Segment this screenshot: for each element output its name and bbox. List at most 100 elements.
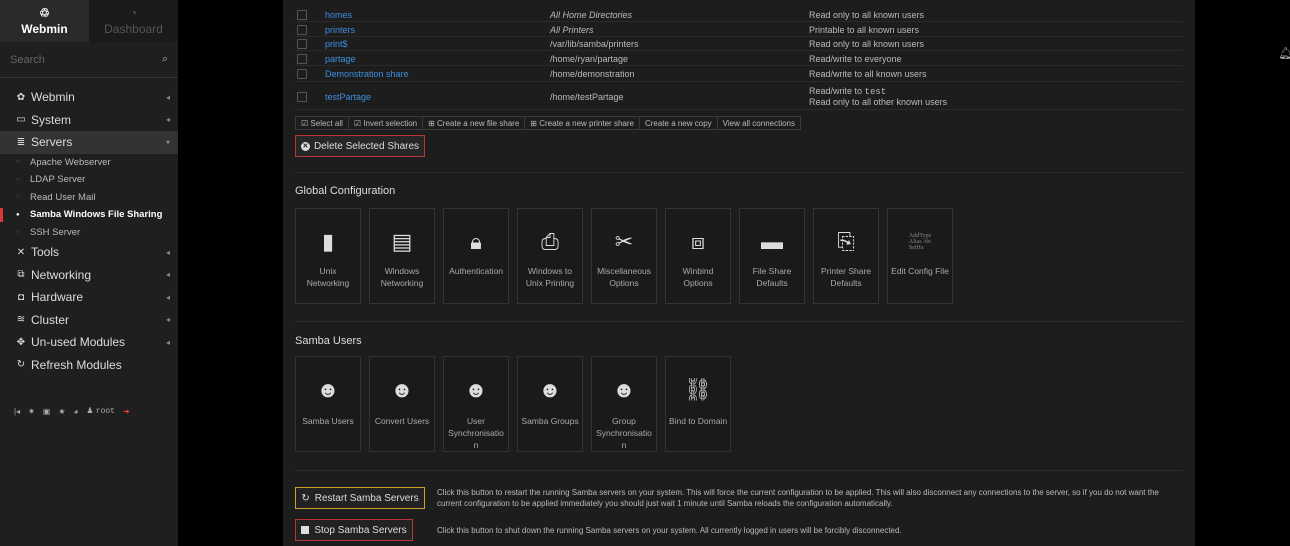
samba-users-title: Samba Users xyxy=(295,335,362,347)
search-icon[interactable]: ⌕ xyxy=(162,53,168,66)
tile-windows-networking[interactable]: ▤ Windows Networking xyxy=(369,208,435,304)
tile-printer-share-defaults[interactable]: ⎘ Printer Share Defaults xyxy=(813,208,879,304)
sidebar-sub-label: Read User Mail xyxy=(30,191,96,203)
chevron-left-icon: ◂ xyxy=(165,115,170,125)
tile-winbind-options[interactable]: ⧈ Winbind Options xyxy=(665,208,731,304)
row-checkbox[interactable] xyxy=(297,91,307,102)
stop-samba-button[interactable]: Stop Samba Servers xyxy=(295,519,413,541)
sidebar-item-hardware[interactable]: ◘ Hardware ◂ xyxy=(0,286,178,309)
dashboard-icon: ◔ xyxy=(129,6,138,20)
tile-group-sync[interactable]: ☻ Group Synchronisatio n xyxy=(591,356,657,452)
palette-icon[interactable]: ◕ xyxy=(74,407,79,416)
sidebar-item-tools[interactable]: ✕ Tools ◂ xyxy=(0,241,178,264)
tile-edit-config[interactable]: AddType Alias /do SetHa Edit Config File xyxy=(887,208,953,304)
share-name-link[interactable]: printers xyxy=(325,25,355,35)
sidebar-search: ⌕ xyxy=(0,42,178,78)
sidebar-sub-ldap[interactable]: ○ LDAP Server xyxy=(0,171,178,189)
tab-dashboard[interactable]: ◔ Dashboard xyxy=(89,0,178,42)
user-sync-icon: ☻ xyxy=(464,377,488,402)
sidebar-tabs: ♲ Webmin ◔ Dashboard xyxy=(0,0,178,42)
divider xyxy=(295,321,1183,322)
invert-icon: ☑ xyxy=(353,118,364,128)
share-name-link[interactable]: homes xyxy=(325,10,352,20)
tile-samba-users[interactable]: ☻ Samba Users xyxy=(295,356,361,452)
monitor-icon: ▭ xyxy=(16,114,26,126)
refresh-icon: ↻ xyxy=(301,492,310,504)
tile-label-line: Samba Groups xyxy=(521,416,579,426)
row-checkbox[interactable] xyxy=(297,25,307,35)
chevron-down-icon: ▾ xyxy=(165,137,170,147)
row-checkbox[interactable] xyxy=(297,54,307,64)
tile-label: File Share Defaults xyxy=(751,265,794,289)
network-icon: ⧉ xyxy=(17,269,25,281)
group-sync-icon: ☻ xyxy=(612,377,636,402)
sun-icon[interactable]: ✷ xyxy=(28,407,35,416)
sidebar-item-system[interactable]: ▭ System ◂ xyxy=(0,109,178,132)
notification-bell-icon[interactable]: 🔔︎ xyxy=(1278,46,1290,60)
sidebar-item-label: System xyxy=(31,112,72,127)
terminal-icon[interactable]: ▣ xyxy=(43,407,51,416)
sidebar-item-servers[interactable]: ≣ Servers ▾ xyxy=(0,131,178,154)
sidebar-item-cluster[interactable]: ≋ Cluster ◂ xyxy=(0,309,178,332)
tile-label-line: Windows xyxy=(384,266,420,276)
create-file-share-button[interactable]: ⊞ Create a new file share xyxy=(422,116,526,130)
sidebar-item-refresh[interactable]: ↻ Refresh Modules xyxy=(0,354,178,377)
tile-samba-groups[interactable]: ☻ Samba Groups xyxy=(517,356,583,452)
tile-authentication[interactable]: 🔒︎ Authentication xyxy=(443,208,509,304)
share-name-link[interactable]: print$ xyxy=(325,39,348,49)
sidebar-item-unused[interactable]: ✥ Un-used Modules ◂ xyxy=(0,331,178,354)
create-copy-button[interactable]: Create a new copy xyxy=(638,116,718,130)
user-menu[interactable]: ♟ root xyxy=(86,406,115,416)
tile-user-sync[interactable]: ☻ User Synchronisatio n xyxy=(443,356,509,452)
view-connections-button[interactable]: View all connections xyxy=(716,116,801,130)
tile-label: Edit Config File xyxy=(889,265,951,277)
share-path: All Printers xyxy=(550,25,594,35)
sidebar-sub-ssh[interactable]: ○ SSH Server xyxy=(0,224,178,242)
create-printer-share-button[interactable]: ⊞ Create a new printer share xyxy=(524,116,640,130)
tile-convert-users[interactable]: ☻ Convert Users xyxy=(369,356,435,452)
tile-label-line: Winbind xyxy=(682,266,714,276)
row-checkbox[interactable] xyxy=(297,10,307,20)
windows-networking-icon: ▤ xyxy=(391,229,413,254)
tile-windows-unix-printing[interactable]: ⎙ Windows to Unix Printing xyxy=(517,208,583,304)
tile-unix-networking[interactable]: ▮ Unix Networking xyxy=(295,208,361,304)
delete-shares-label: Delete Selected Shares xyxy=(313,140,420,152)
times-circle-icon: ✕ xyxy=(300,141,310,151)
logout-icon[interactable]: ➜ xyxy=(123,407,130,416)
plus-square-icon: ⊞ xyxy=(530,118,540,128)
sidebar-sub-mail[interactable]: ○ Read User Mail xyxy=(0,189,178,207)
tile-bind-domain[interactable]: ⛓ Bind to Domain xyxy=(665,356,731,452)
tile-misc-options[interactable]: ✂ Miscellaneous Options xyxy=(591,208,657,304)
restart-samba-button[interactable]: ↻ Restart Samba Servers xyxy=(295,487,425,509)
share-name-link[interactable]: Demonstration share xyxy=(325,69,409,79)
webmin-logo-icon: ♲ xyxy=(39,6,50,20)
create-copy-label: Create a new copy xyxy=(644,118,712,128)
select-all-button[interactable]: ☑ Select all xyxy=(295,116,349,130)
sidebar-sub-samba[interactable]: ● Samba Windows File Sharing xyxy=(0,206,178,224)
collapse-icon[interactable]: |◂ xyxy=(14,407,20,416)
unix-networking-icon: ▮ xyxy=(321,229,335,254)
sidebar-item-webmin[interactable]: ✿ Webmin ◂ xyxy=(0,86,178,109)
share-path: /home/testPartage xyxy=(550,91,624,102)
share-name-link[interactable]: testPartage xyxy=(325,92,371,102)
share-name-link[interactable]: partage xyxy=(325,54,356,64)
tile-label: Bind to Domain xyxy=(667,415,729,427)
sidebar-sub-apache[interactable]: ○ Apache Webserver xyxy=(0,154,178,172)
invert-selection-button[interactable]: ☑ Invert selection xyxy=(347,116,424,130)
tile-label: Authentication xyxy=(447,265,505,277)
sidebar-item-networking[interactable]: ⧉ Networking ◂ xyxy=(0,264,178,287)
row-checkbox[interactable] xyxy=(297,39,307,49)
share-access: Read/write to all known users xyxy=(809,69,927,79)
tile-label-line: Unix xyxy=(319,266,337,276)
sidebar-toolbar: |◂ ✷ ▣ ★ ◕ ♟ root ➜ xyxy=(0,406,178,416)
chevron-left-icon: ◂ xyxy=(165,337,170,347)
row-checkbox[interactable] xyxy=(297,69,307,79)
create-printer-share-label: Create a new printer share xyxy=(539,118,634,128)
tile-file-share-defaults[interactable]: ▬ File Share Defaults xyxy=(739,208,805,304)
star-icon[interactable]: ★ xyxy=(58,407,65,416)
tab-webmin[interactable]: ♲ Webmin xyxy=(0,0,89,42)
access-line: Read/write to xyxy=(809,86,863,96)
search-input[interactable] xyxy=(10,53,162,66)
delete-shares-button[interactable]: ✕ Delete Selected Shares xyxy=(295,135,425,157)
printer-icon: ⎙ xyxy=(541,229,559,254)
